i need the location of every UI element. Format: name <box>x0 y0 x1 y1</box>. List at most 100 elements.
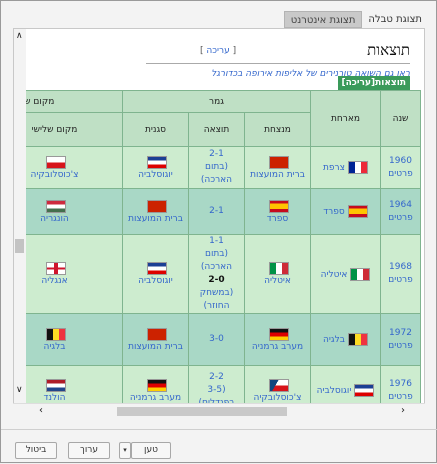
runner-link[interactable]: מערב גרמניה <box>123 393 188 403</box>
year-link[interactable]: 1976 <box>381 378 420 391</box>
horizontal-scrollbar[interactable]: ‹ › <box>13 403 425 418</box>
score-link[interactable]: 1-1 <box>189 235 244 248</box>
edit-link-label[interactable]: עריכה <box>206 46 229 56</box>
load-button[interactable]: טען <box>131 442 171 459</box>
runner-link[interactable]: ברית המועצות <box>123 214 188 224</box>
winner-link[interactable]: ספרד <box>245 214 310 224</box>
results-table-wrap: שנה מארחת גמר מקום שלישי מנצחת תוצאה סגנ… <box>14 90 424 417</box>
third-link[interactable]: בלגיה <box>14 342 122 352</box>
score-link[interactable]: 2-1 <box>189 148 244 161</box>
winner-cell: איטליה <box>244 234 311 314</box>
edit-link[interactable]: [ עריכה ] <box>200 46 236 56</box>
year-link[interactable]: 1972 <box>381 327 420 340</box>
third-link[interactable]: צ'כוסלובקיה <box>14 170 122 180</box>
score-link[interactable]: 2-1 <box>189 205 244 218</box>
year-cell: 1964 פרטים <box>380 188 421 235</box>
host-link[interactable]: ספרד <box>323 207 344 217</box>
score-link[interactable]: 2-2 <box>189 371 244 384</box>
scroll-left-icon[interactable]: ‹ <box>39 405 43 416</box>
details-link[interactable]: פרטים <box>381 168 420 181</box>
flag-icon <box>350 267 371 281</box>
scroll-right-icon[interactable]: › <box>401 405 405 416</box>
horizontal-scroll-thumb[interactable] <box>117 407 287 416</box>
flag-icon <box>45 378 66 392</box>
year-link[interactable]: 1964 <box>381 199 420 212</box>
tab-table-view[interactable]: תצוגת טבלה <box>362 11 428 28</box>
runner-link[interactable]: יוגוסלביה <box>123 170 188 180</box>
year-link[interactable]: 1968 <box>381 261 420 274</box>
third-link[interactable]: הונגריה <box>14 214 122 224</box>
host-link[interactable]: איטליה <box>321 270 348 280</box>
vertical-scrollbar[interactable]: ∧ ∨ <box>14 29 26 417</box>
replay-note: (במשחק החוזר) <box>199 288 234 311</box>
load-options-dropdown[interactable]: ▾ <box>119 442 131 459</box>
winner-link[interactable]: ברית המועצות <box>245 170 310 180</box>
host-link[interactable]: יוגוסלביה <box>317 386 352 396</box>
runner-link[interactable]: ברית המועצות <box>123 342 188 352</box>
runner-cell: יוגוסלביה <box>121 234 190 314</box>
edit-button[interactable]: ערוך <box>68 442 110 459</box>
host-cell: ספרד <box>310 188 381 235</box>
header-runner-up: סגנית <box>121 112 190 147</box>
flag-icon <box>45 262 66 275</box>
host-cell: איטליה <box>310 234 381 314</box>
details-link[interactable]: פרטים <box>381 274 420 287</box>
flag-icon <box>45 327 66 341</box>
year-cell: 1968 פרטים <box>380 234 421 314</box>
flag-icon <box>146 262 167 275</box>
score-cell: 3-0 <box>188 313 245 366</box>
runner-cell: ברית המועצות <box>121 188 190 235</box>
table-row: 1968 פרטים איטליה איטליה 1-1 (בתום הארכה) 2… <box>14 234 421 314</box>
third-cell: אנגליה <box>14 234 123 314</box>
year-link[interactable]: 1960 <box>381 155 420 168</box>
flag-icon <box>347 205 368 218</box>
flag-icon <box>45 155 66 169</box>
winner-link[interactable]: איטליה <box>245 276 310 286</box>
scroll-up-icon[interactable]: ∧ <box>16 31 23 41</box>
details-link[interactable]: פרטים <box>381 340 420 353</box>
flag-icon <box>146 327 167 341</box>
flag-icon <box>269 155 289 169</box>
tab-web-view[interactable]: תצוגת אינטרנט <box>283 11 363 28</box>
third-link[interactable]: אנגליה <box>14 276 122 286</box>
host-cell: בלגיה <box>310 313 381 366</box>
section-badge[interactable]: תוצאות[עריכה] <box>337 76 410 90</box>
runner-cell: ברית המועצות <box>121 313 190 366</box>
flag-icon <box>347 333 368 346</box>
winner-link[interactable]: צ'כוסלובקיה <box>245 393 310 403</box>
score-note: (בתום הארכה) <box>200 249 233 272</box>
third-cell: צ'כוסלובקיה <box>14 146 123 189</box>
third-cell: בלגיה <box>14 313 123 366</box>
details-link[interactable]: פרטים <box>381 391 420 404</box>
flag-icon <box>146 155 167 169</box>
score-note: (בתום הארכה) <box>200 162 233 185</box>
table-row: 1960 פרטים צרפת ברית המועצות 2-1 (בתום האר… <box>14 146 421 189</box>
third-cell: הונגריה <box>14 188 123 235</box>
header-winner: מנצחת <box>244 112 311 147</box>
details-link[interactable]: פרטים <box>381 212 420 225</box>
winner-link[interactable]: מערב גרמניה <box>245 342 310 352</box>
table-row: 1972 פרטים בלגיה מערב גרמניה 3-0 ברית המו… <box>14 313 421 366</box>
host-cell: צרפת <box>310 146 381 189</box>
score-link[interactable]: 3-0 <box>189 333 244 346</box>
header-year: שנה <box>380 90 421 147</box>
host-link[interactable]: צרפת <box>323 163 345 173</box>
dialog-footer: ביטול ערוך ▾ טען <box>1 429 437 464</box>
scroll-down-icon[interactable]: ∨ <box>16 385 23 395</box>
flag-icon <box>146 199 167 213</box>
dialog-frame: תצוגת טבלה תצוגת אינטרנט תוצאות [ עריכה … <box>0 0 437 463</box>
winner-cell: מערב גרמניה <box>244 313 311 366</box>
page-title: תוצאות <box>367 41 410 59</box>
replay-score-link[interactable]: 2-0 <box>189 274 244 287</box>
preview-viewport: תוצאות [ עריכה ] ראו גם השואה טורנירים ש… <box>13 28 425 418</box>
cancel-button[interactable]: ביטול <box>15 442 57 459</box>
runner-cell: יוגוסלביה <box>121 146 190 189</box>
view-tabs: תצוגת טבלה תצוגת אינטרנט <box>283 11 428 29</box>
third-link[interactable]: הולנד <box>14 393 122 403</box>
flag-icon <box>146 378 167 392</box>
flag-icon <box>269 378 289 392</box>
runner-link[interactable]: יוגוסלביה <box>123 276 188 286</box>
vertical-scroll-thumb[interactable] <box>15 239 24 253</box>
host-link[interactable]: בלגיה <box>323 335 345 345</box>
flag-icon <box>269 199 289 213</box>
